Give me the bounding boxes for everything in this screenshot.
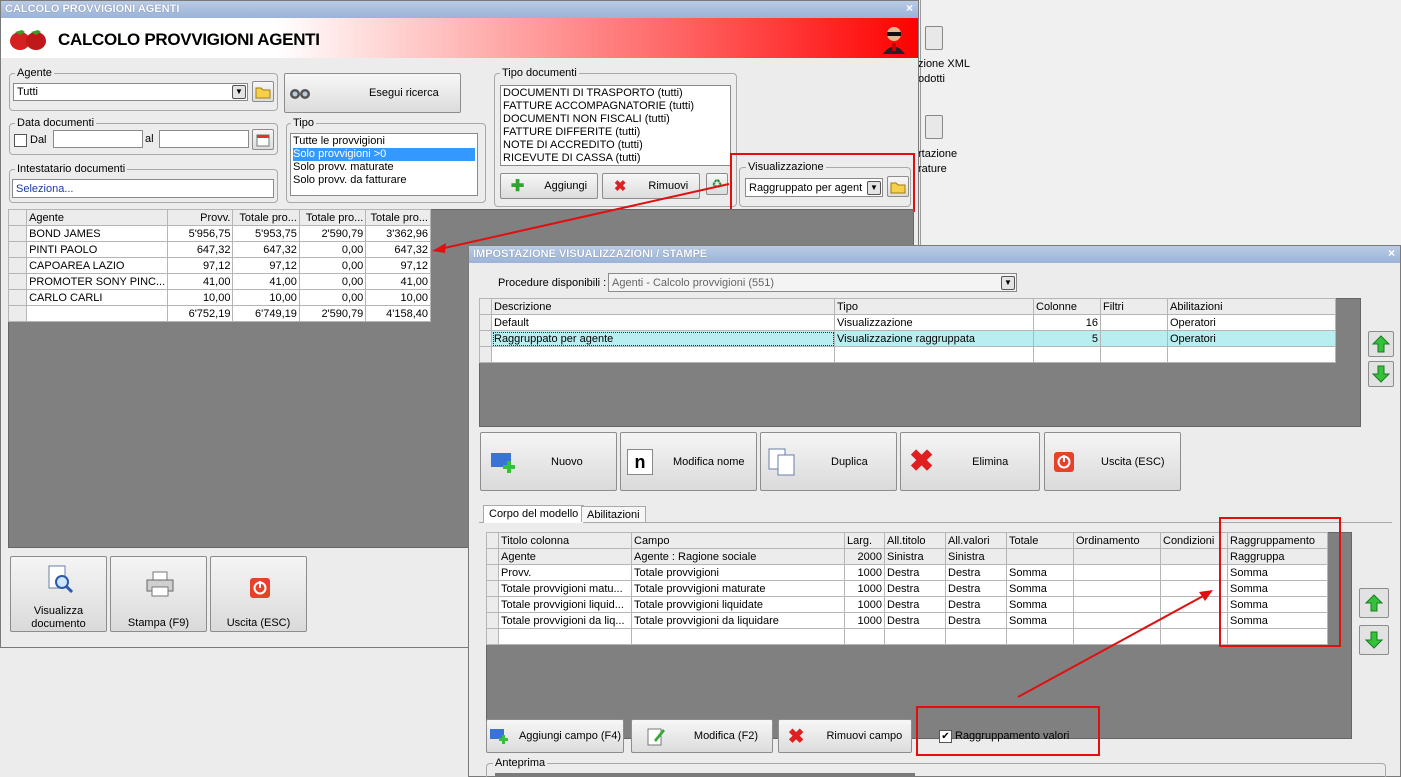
arrowhead bbox=[1199, 590, 1213, 601]
annotation-arrow bbox=[439, 183, 730, 250]
arrowhead bbox=[432, 243, 446, 253]
annotation-arrow bbox=[1017, 594, 1206, 698]
annotation-arrows bbox=[432, 183, 1213, 698]
